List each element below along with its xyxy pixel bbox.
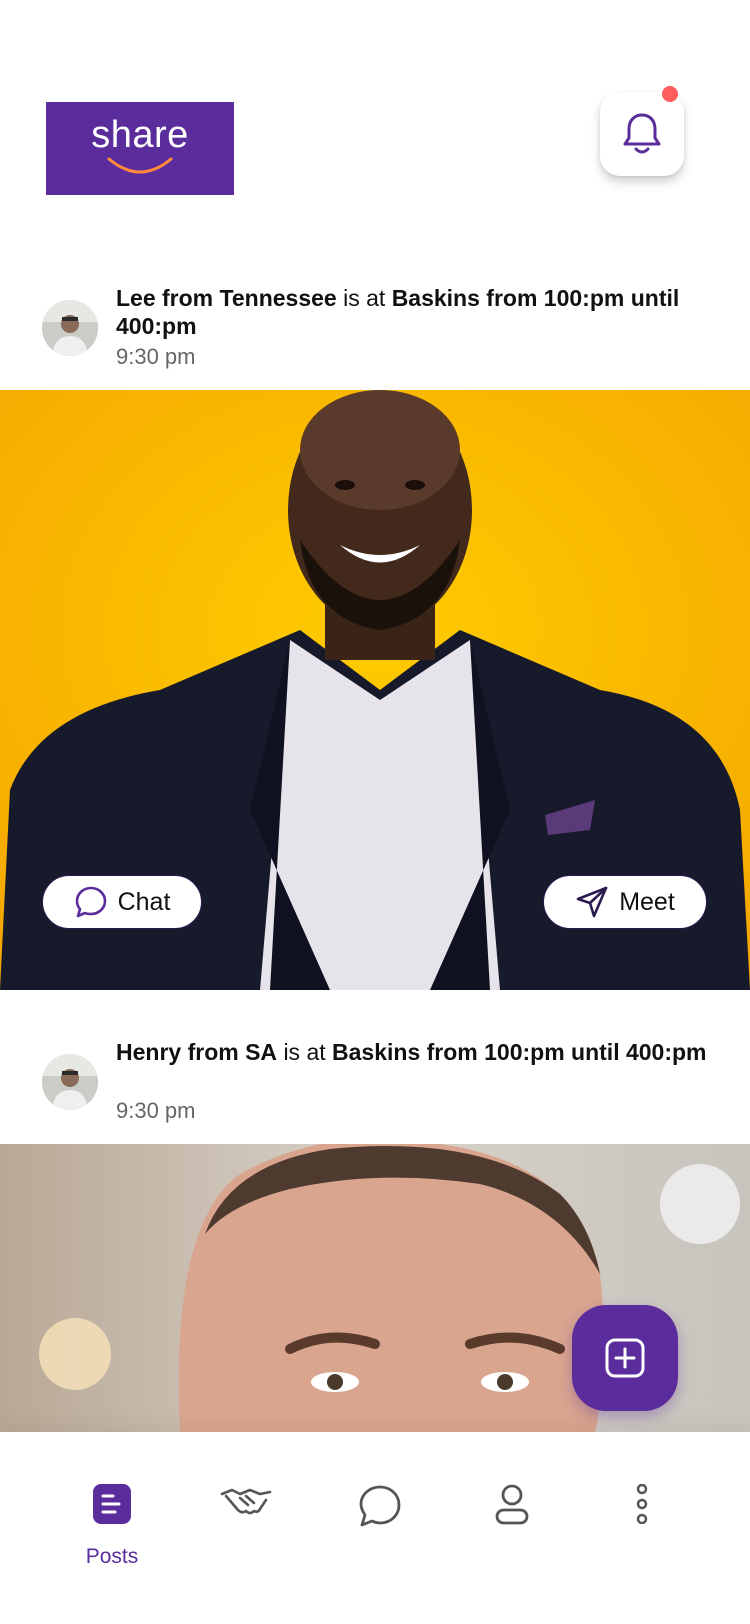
more-vertical-icon xyxy=(636,1484,648,1524)
notification-badge xyxy=(662,86,678,102)
post-header: Lee from Tennessee is at Baskins from 10… xyxy=(0,280,750,390)
post-connector: is at xyxy=(343,285,386,311)
avatar[interactable] xyxy=(42,300,98,356)
nav-item-more[interactable] xyxy=(582,1432,702,1572)
nav-item-chat[interactable] xyxy=(320,1432,440,1572)
post-text: Lee from Tennessee is at Baskins from 10… xyxy=(116,284,716,340)
post-location: Baskins from 100:pm until 400:pm xyxy=(332,1039,707,1065)
bell-icon xyxy=(623,113,661,154)
handshake-icon xyxy=(220,1488,272,1515)
chat-bubble-icon xyxy=(359,1485,401,1527)
post-time: 9:30 pm xyxy=(116,1098,196,1123)
nav-item-meet[interactable] xyxy=(186,1432,306,1572)
post-time: 9:30 pm xyxy=(116,344,196,369)
post-text: Henry from SA is at Baskins from 100:pm … xyxy=(116,1038,716,1066)
share-logo: share xyxy=(46,102,234,195)
bottom-nav: Posts xyxy=(0,1432,750,1624)
chat-button[interactable]: Chat xyxy=(42,875,202,929)
logo-text: share xyxy=(91,114,189,156)
post-header: Henry from SA is at Baskins from 100:pm … xyxy=(0,1034,750,1144)
chat-button-label: Chat xyxy=(117,887,171,916)
plus-square-icon xyxy=(605,1338,645,1378)
create-post-button[interactable] xyxy=(572,1305,678,1411)
posts-icon xyxy=(93,1484,131,1524)
nav-label-posts: Posts xyxy=(85,1545,139,1568)
meet-button[interactable]: Meet xyxy=(543,875,707,929)
profile-icon xyxy=(495,1484,529,1525)
post-photo[interactable]: Chat Meet xyxy=(0,390,750,990)
send-icon xyxy=(576,886,608,918)
meet-button-label: Meet xyxy=(619,887,675,916)
post-author[interactable]: Henry from SA xyxy=(116,1039,277,1065)
notifications-button[interactable] xyxy=(600,86,684,176)
nav-item-posts[interactable]: Posts xyxy=(52,1432,172,1572)
logo-smile-icon xyxy=(107,157,173,174)
post-connector: is at xyxy=(283,1039,326,1065)
avatar[interactable] xyxy=(42,1054,98,1110)
nav-item-profile[interactable] xyxy=(452,1432,572,1572)
post-author[interactable]: Lee from Tennessee xyxy=(116,285,337,311)
chat-bubble-icon xyxy=(75,886,106,918)
